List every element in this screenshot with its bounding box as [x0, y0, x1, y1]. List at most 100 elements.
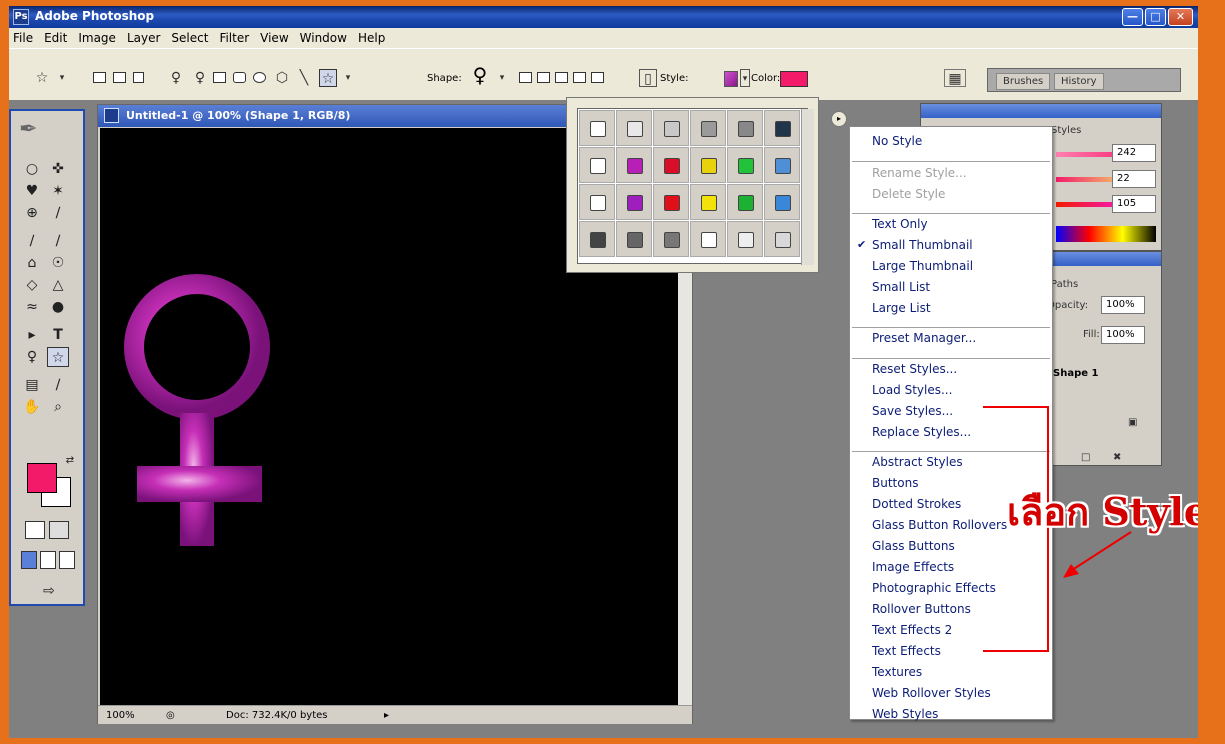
link-layer-style-icon[interactable]: ▯	[639, 69, 657, 87]
style-swatch[interactable]	[690, 147, 726, 183]
tab-brushes[interactable]: Brushes	[996, 73, 1051, 90]
notes-tool-icon[interactable]: ▤	[21, 375, 43, 395]
blue-value[interactable]: 105	[1112, 195, 1156, 213]
eyedropper-tool-icon[interactable]: ∕	[47, 375, 69, 395]
fill-pixels-icon[interactable]	[133, 72, 144, 83]
paths-mode-icon[interactable]	[113, 72, 126, 83]
menu-item[interactable]: Text Effects	[872, 644, 941, 658]
dodge-tool-icon[interactable]: ●	[47, 297, 69, 317]
create-new-shape-layer-icon[interactable]	[519, 72, 532, 83]
hand-tool-icon[interactable]: ✋	[21, 397, 43, 417]
fill-value[interactable]: 100%	[1101, 326, 1145, 344]
minimize-button[interactable]: —	[1122, 8, 1143, 26]
polygon-tool-icon[interactable]: ⬡	[273, 69, 291, 87]
standard-mode-icon[interactable]	[25, 521, 45, 539]
chevron-down-icon[interactable]: ▾	[53, 69, 71, 87]
menu-window[interactable]: Window	[300, 31, 347, 45]
freeform-pen-icon[interactable]: ♀	[191, 69, 209, 87]
subtract-from-shape-area-icon[interactable]	[555, 72, 568, 83]
chevron-down-icon[interactable]: ▾	[493, 69, 511, 87]
style-swatch[interactable]	[653, 184, 689, 220]
new-layer-icon[interactable]: □	[1081, 452, 1090, 463]
red-value[interactable]: 242	[1112, 144, 1156, 162]
menu-item[interactable]: Small Thumbnail	[872, 238, 973, 252]
standard-screen-mode-icon[interactable]	[21, 551, 37, 569]
menu-item[interactable]: Small List	[872, 280, 930, 294]
pen-tool-icon[interactable]: ♀	[21, 347, 43, 367]
full-screen-mode-icon[interactable]	[59, 551, 75, 569]
ellipse-tool-icon[interactable]	[253, 72, 266, 83]
move-tool-icon[interactable]: ✜	[47, 159, 69, 179]
quick-mask-mode-icon[interactable]	[49, 521, 69, 539]
style-swatch[interactable]	[653, 221, 689, 257]
menu-item[interactable]: Save Styles...	[872, 404, 953, 418]
trash-icon[interactable]: ✖	[1113, 452, 1121, 463]
status-menu-arrow-icon[interactable]: ▸	[384, 710, 389, 721]
tab-paths[interactable]: Paths	[1051, 279, 1078, 290]
rectangle-tool-icon[interactable]	[213, 72, 226, 83]
green-value[interactable]: 22	[1112, 170, 1156, 188]
maximize-button[interactable]: □	[1145, 8, 1166, 26]
tab-styles[interactable]: Styles	[1051, 125, 1081, 136]
style-swatch[interactable]	[616, 110, 652, 146]
style-swatch[interactable]	[727, 147, 763, 183]
style-swatch[interactable]	[616, 184, 652, 220]
style-swatch[interactable]	[690, 184, 726, 220]
menu-item[interactable]: Reset Styles...	[872, 362, 957, 376]
custom-shape-tool-icon[interactable]: ☆	[319, 69, 337, 87]
menu-help[interactable]: Help	[358, 31, 385, 45]
menu-item[interactable]: Textures	[872, 665, 922, 679]
paint-bucket-tool-icon[interactable]: △	[47, 275, 69, 295]
style-swatch[interactable]	[690, 110, 726, 146]
tab-history[interactable]: History	[1054, 73, 1104, 90]
marquee-tool-icon[interactable]: ○	[21, 159, 43, 179]
zoom-level[interactable]: 100%	[106, 710, 135, 721]
shape-picker-preview[interactable]: ♀	[471, 65, 489, 85]
layer-name[interactable]: Shape 1	[1053, 368, 1098, 379]
menu-layer[interactable]: Layer	[127, 31, 160, 45]
menu-item[interactable]: Text Effects 2	[872, 623, 952, 637]
style-swatch[interactable]	[579, 184, 615, 220]
style-swatch[interactable]	[616, 147, 652, 183]
menu-view[interactable]: View	[260, 31, 288, 45]
style-swatch[interactable]	[653, 110, 689, 146]
opacity-value[interactable]: 100%	[1101, 296, 1145, 314]
menu-image[interactable]: Image	[78, 31, 116, 45]
menu-item[interactable]: Buttons	[872, 476, 918, 490]
pen-tool-icon[interactable]: ♀	[167, 69, 185, 87]
magic-wand-tool-icon[interactable]: ✶	[47, 181, 69, 201]
menu-file[interactable]: File	[13, 31, 33, 45]
picker-menu-button[interactable]: ▸	[831, 111, 847, 127]
style-swatch[interactable]	[579, 221, 615, 257]
style-swatch[interactable]	[579, 110, 615, 146]
style-swatch[interactable]	[690, 221, 726, 257]
style-swatch[interactable]	[764, 184, 800, 220]
menu-item[interactable]: Text Only	[872, 217, 928, 231]
style-picker-swatch[interactable]	[724, 71, 738, 87]
menu-item[interactable]: Large Thumbnail	[872, 259, 973, 273]
menu-filter[interactable]: Filter	[219, 31, 249, 45]
crop-tool-icon[interactable]: ⊕	[21, 203, 43, 223]
color-ramp[interactable]	[1056, 226, 1156, 242]
toggle-palettes-icon[interactable]: ▦	[944, 69, 966, 87]
style-swatch[interactable]	[764, 147, 800, 183]
style-swatch[interactable]	[764, 221, 800, 257]
style-swatch[interactable]	[727, 110, 763, 146]
healing-brush-tool-icon[interactable]: ∕	[21, 231, 43, 251]
intersect-shape-areas-icon[interactable]	[573, 72, 586, 83]
menu-item[interactable]: Glass Buttons	[872, 539, 955, 553]
swap-colors-icon[interactable]: ⇄	[59, 451, 81, 471]
style-swatch[interactable]	[764, 110, 800, 146]
history-brush-tool-icon[interactable]: ☉	[47, 253, 69, 273]
brush-tool-icon[interactable]: ∕	[47, 231, 69, 251]
chevron-down-icon[interactable]: ▾	[339, 69, 357, 87]
line-tool-icon[interactable]: ╲	[295, 69, 313, 87]
menu-item[interactable]: Web Rollover Styles	[872, 686, 991, 700]
slice-tool-icon[interactable]: ∕	[47, 203, 69, 223]
color-swatch[interactable]	[780, 71, 808, 87]
shape-layers-icon[interactable]	[93, 72, 106, 83]
menu-item[interactable]: Dotted Strokes	[872, 497, 961, 511]
blur-tool-icon[interactable]: ≈	[21, 297, 43, 317]
chevron-down-icon[interactable]: ▾	[740, 69, 750, 87]
foreground-color-swatch[interactable]	[27, 463, 57, 493]
